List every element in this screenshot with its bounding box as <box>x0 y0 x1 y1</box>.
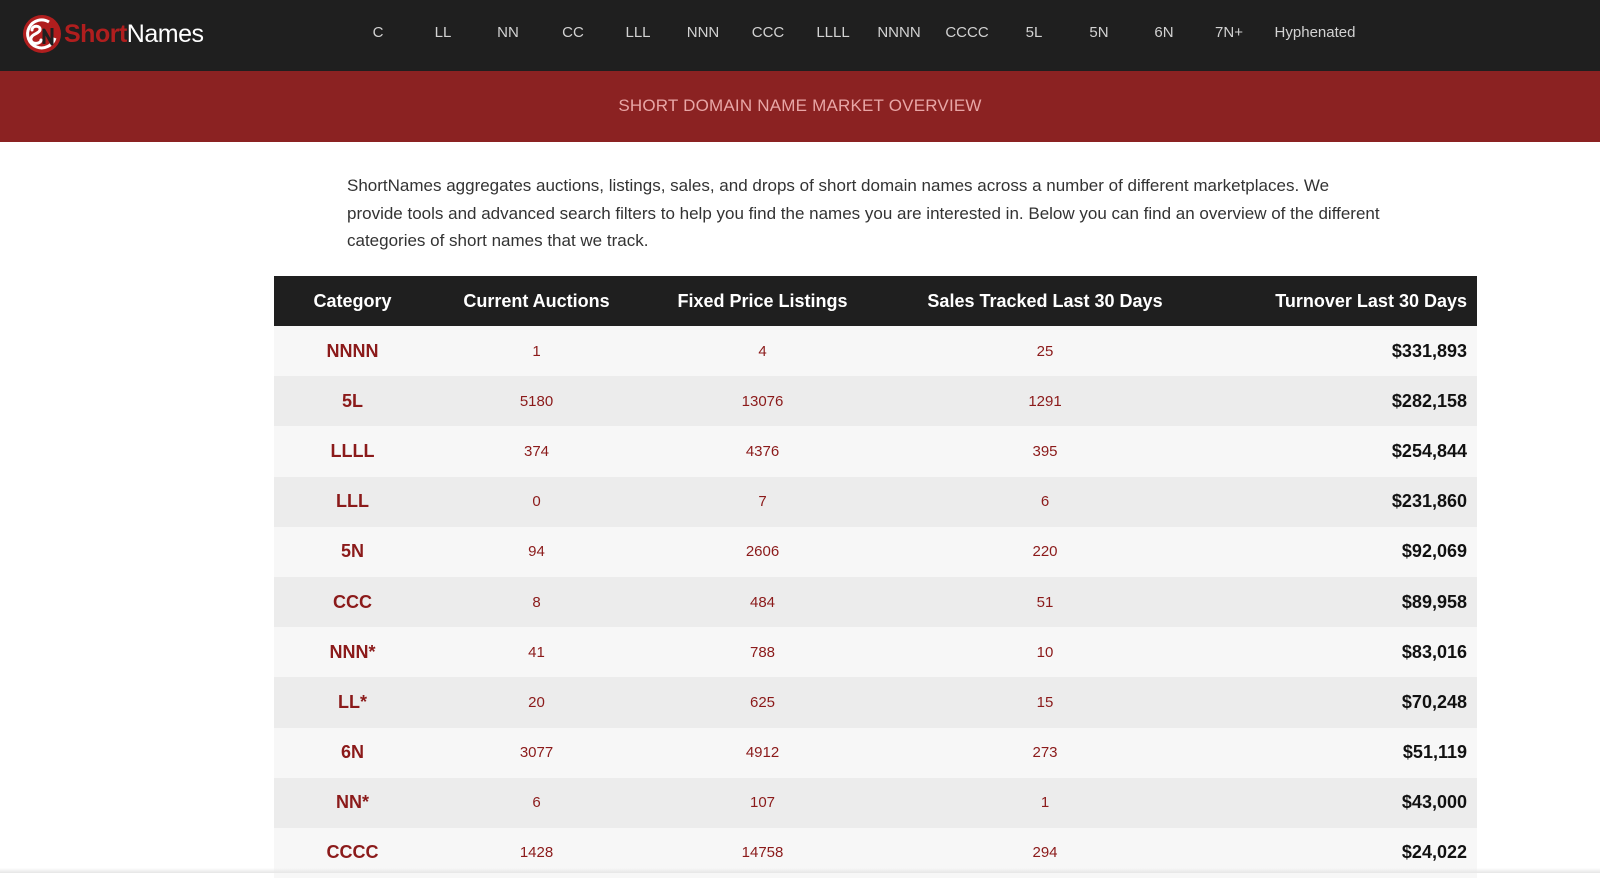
category-nav: C LL NN CC LLL NNN CCC LLLL NNNN CCCC 5L… <box>0 0 1600 71</box>
header-sales-tracked: Sales Tracked Last 30 Days <box>927 290 1163 311</box>
sales-tracked-link[interactable]: 10 <box>883 627 1207 677</box>
sales-tracked-link[interactable]: 1291 <box>883 376 1207 426</box>
turnover-value: $331,893 <box>1391 340 1467 361</box>
turnover-value: $92,069 <box>1401 541 1467 562</box>
nav-item-7n-plus[interactable]: 7N+ <box>1215 0 1243 66</box>
category-link[interactable]: NNNN <box>274 326 431 376</box>
category-link[interactable]: LL* <box>274 677 431 727</box>
nav-item-ll[interactable]: LL <box>435 0 452 66</box>
page-bottom-edge <box>0 868 1600 873</box>
nav-item-6n[interactable]: 6N <box>1154 0 1173 66</box>
header-turnover: Turnover Last 30 Days <box>1275 290 1467 311</box>
nav-item-c[interactable]: C <box>373 0 384 66</box>
turnover-value: $70,248 <box>1401 691 1467 712</box>
fixed-price-listings-link[interactable]: 4912 <box>642 728 883 778</box>
current-auctions-link[interactable]: 5180 <box>431 376 642 426</box>
nav-item-nnn[interactable]: NNN <box>687 0 720 66</box>
turnover-value: $89,958 <box>1401 591 1467 612</box>
current-auctions-link[interactable]: 3077 <box>431 728 642 778</box>
fixed-price-listings-link[interactable]: 4376 <box>642 426 883 476</box>
current-auctions-link[interactable]: 0 <box>431 477 642 527</box>
fixed-price-listings-link[interactable]: 107 <box>642 778 883 828</box>
category-link[interactable]: LLL <box>274 477 431 527</box>
sales-tracked-link[interactable]: 273 <box>883 728 1207 778</box>
nav-item-cccc[interactable]: CCCC <box>945 0 988 66</box>
sales-tracked-link[interactable]: 15 <box>883 677 1207 727</box>
category-link[interactable]: NNN* <box>274 627 431 677</box>
nav-item-llll[interactable]: LLLL <box>816 0 849 66</box>
nav-item-5n[interactable]: 5N <box>1089 0 1108 66</box>
turnover-value: $83,016 <box>1401 641 1467 662</box>
fixed-price-listings-link[interactable]: 484 <box>642 577 883 627</box>
current-auctions-link[interactable]: 8 <box>431 577 642 627</box>
nav-item-5l[interactable]: 5L <box>1026 0 1043 66</box>
sales-tracked-link[interactable]: 51 <box>883 577 1207 627</box>
fixed-price-listings-link[interactable]: 2606 <box>642 527 883 577</box>
header-fixed-price-listings: Fixed Price Listings <box>677 290 848 311</box>
category-link[interactable]: 6N <box>274 728 431 778</box>
fixed-price-listings-link[interactable]: 4 <box>642 326 883 376</box>
fixed-price-listings-link[interactable]: 625 <box>642 677 883 727</box>
fixed-price-listings-link[interactable]: 13076 <box>642 376 883 426</box>
nav-item-ccc[interactable]: CCC <box>752 0 785 66</box>
table-row: NNNN 1 4 25 $331,893 <box>274 326 1477 377</box>
table-row: NN* 6 107 1 $43,000 <box>274 777 1477 828</box>
current-auctions-link[interactable]: 6 <box>431 778 642 828</box>
table-header-row: Category Current Auctions Fixed Price Li… <box>274 276 1477 326</box>
turnover-value: $282,158 <box>1391 390 1467 411</box>
nav-item-nn[interactable]: NN <box>497 0 519 66</box>
category-link[interactable]: NN* <box>274 778 431 828</box>
table-row: CCC 8 484 51 $89,958 <box>274 576 1477 628</box>
table-row: LL* 20 625 15 $70,248 <box>274 677 1477 728</box>
table-row: LLLL 374 4376 395 $254,844 <box>274 426 1477 477</box>
page-banner: SHORT DOMAIN NAME MARKET OVERVIEW <box>0 71 1600 142</box>
table-row: LLL 0 7 6 $231,860 <box>274 476 1477 527</box>
category-link[interactable]: 5N <box>274 527 431 577</box>
nav-item-lll[interactable]: LLL <box>625 0 650 66</box>
intro-paragraph: ShortNames aggregates auctions, listings… <box>347 176 1380 250</box>
category-link[interactable]: 5L <box>274 376 431 426</box>
current-auctions-link[interactable]: 20 <box>431 677 642 727</box>
fixed-price-listings-link[interactable]: 7 <box>642 477 883 527</box>
current-auctions-link[interactable]: 41 <box>431 627 642 677</box>
nav-item-cc[interactable]: CC <box>562 0 584 66</box>
header-category: Category <box>313 290 392 311</box>
turnover-value: $254,844 <box>1391 440 1467 461</box>
top-navigation-bar: ShortNames C LL NN CC LLL NNN CCC LLLL N… <box>0 0 1600 71</box>
header-current-auctions: Current Auctions <box>463 290 610 311</box>
sales-tracked-link[interactable]: 25 <box>883 326 1207 376</box>
current-auctions-link[interactable]: 374 <box>431 426 642 476</box>
market-overview-table: Category Current Auctions Fixed Price Li… <box>274 276 1477 878</box>
nav-item-nnnn[interactable]: NNNN <box>877 0 920 66</box>
sales-tracked-link[interactable]: 6 <box>883 477 1207 527</box>
fixed-price-listings-link[interactable]: 788 <box>642 627 883 677</box>
table-row: 5L 5180 13076 1291 $282,158 <box>274 376 1477 427</box>
table-row: 6N 3077 4912 273 $51,119 <box>274 727 1477 778</box>
turnover-value: $43,000 <box>1401 792 1467 813</box>
table-row: NNN* 41 788 10 $83,016 <box>274 627 1477 678</box>
sales-tracked-link[interactable]: 220 <box>883 527 1207 577</box>
current-auctions-link[interactable]: 94 <box>431 527 642 577</box>
sales-tracked-link[interactable]: 1 <box>883 778 1207 828</box>
table-row: 5N 94 2606 220 $92,069 <box>274 526 1477 577</box>
sales-tracked-link[interactable]: 395 <box>883 426 1207 476</box>
current-auctions-link[interactable]: 1 <box>431 326 642 376</box>
turnover-value: $51,119 <box>1402 742 1467 763</box>
nav-item-hyphenated[interactable]: Hyphenated <box>1275 0 1356 66</box>
category-link[interactable]: CCC <box>274 577 431 627</box>
category-link[interactable]: LLLL <box>274 426 431 476</box>
turnover-value: $231,860 <box>1391 491 1467 512</box>
page-title: SHORT DOMAIN NAME MARKET OVERVIEW <box>618 96 982 115</box>
